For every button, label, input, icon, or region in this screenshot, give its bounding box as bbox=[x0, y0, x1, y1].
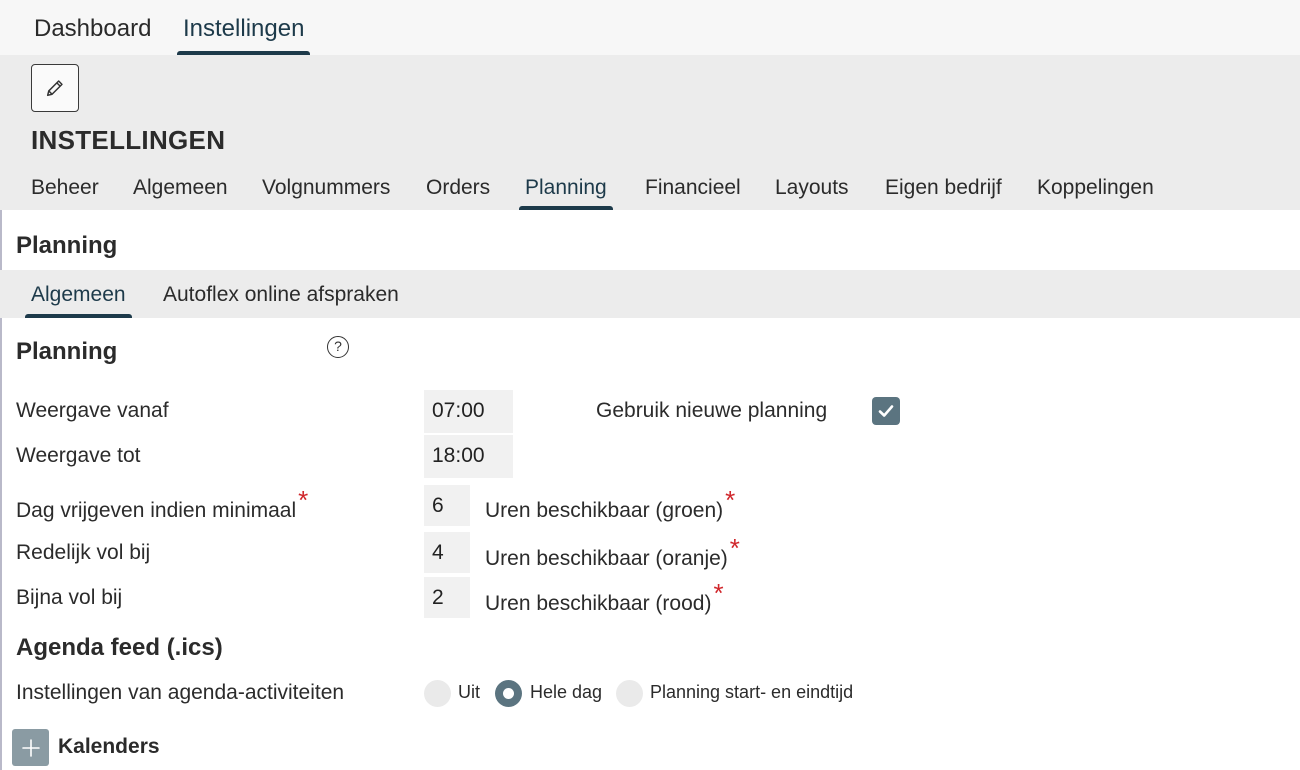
dag-vrijgeven-label: Dag vrijgeven indien minimaal* bbox=[16, 485, 308, 524]
radio-uit[interactable] bbox=[424, 680, 451, 707]
bijna-vol-suffix: Uren beschikbaar (rood)* bbox=[485, 578, 724, 617]
tab-layouts[interactable]: Layouts bbox=[775, 173, 849, 210]
active-tab-indicator bbox=[25, 314, 132, 318]
tab-dashboard-label: Dashboard bbox=[34, 15, 152, 42]
tab-eigen-bedrijf[interactable]: Eigen bedrijf bbox=[885, 173, 1002, 210]
radio-planning-start-eindtijd-label: Planning start- en eindtijd bbox=[650, 682, 854, 702]
inner-tab-autoflex-label: Autoflex online afspraken bbox=[163, 283, 399, 306]
dag-vrijgeven-suffix: Uren beschikbaar (groen)* bbox=[485, 485, 735, 524]
dag-vrijgeven-suffix-text: Uren beschikbaar (groen) bbox=[485, 499, 724, 522]
planning-heading: Planning bbox=[16, 338, 118, 365]
inner-tab-algemeen[interactable]: Algemeen bbox=[25, 270, 132, 318]
page-title: INSTELLINGEN bbox=[31, 125, 226, 155]
tab-planning-label: Planning bbox=[525, 176, 607, 199]
weergave-vanaf-label: Weergave vanaf bbox=[16, 399, 169, 422]
agenda-activiteiten-label: Instellingen van agenda-activiteiten bbox=[16, 681, 345, 704]
tab-layouts-label: Layouts bbox=[775, 176, 849, 199]
pencil-icon bbox=[46, 80, 63, 97]
tab-orders-label: Orders bbox=[426, 176, 491, 199]
tab-financieel[interactable]: Financieel bbox=[645, 173, 741, 210]
weergave-vanaf-input[interactable]: 07:00 bbox=[424, 390, 513, 433]
tab-beheer-label: Beheer bbox=[31, 176, 99, 199]
redelijk-vol-label: Redelijk vol bij bbox=[16, 541, 151, 564]
weergave-tot-input[interactable]: 18:00 bbox=[424, 435, 513, 478]
settings-header: INSTELLINGEN Beheer Algemeen Volgnummers… bbox=[0, 55, 1300, 210]
inner-tab-algemeen-label: Algemeen bbox=[31, 283, 126, 306]
checkmark-icon bbox=[878, 405, 894, 417]
tab-koppelingen-label: Koppelingen bbox=[1037, 176, 1154, 199]
nieuwe-planning-label: Gebruik nieuwe planning bbox=[596, 399, 828, 422]
tab-volgnummers[interactable]: Volgnummers bbox=[262, 173, 390, 210]
tab-financieel-label: Financieel bbox=[645, 176, 741, 199]
bijna-vol-suffix-text: Uren beschikbaar (rood) bbox=[485, 592, 712, 615]
inner-tab-bar: Algemeen Autoflex online afspraken bbox=[0, 270, 1300, 318]
weergave-tot-label: Weergave tot bbox=[16, 444, 141, 467]
redelijk-vol-suffix-text: Uren beschikbaar (oranje) bbox=[485, 547, 728, 570]
dag-vrijgeven-text: Dag vrijgeven indien minimaal bbox=[16, 499, 297, 522]
bijna-vol-input[interactable]: 2 bbox=[424, 577, 470, 618]
tab-koppelingen[interactable]: Koppelingen bbox=[1037, 173, 1154, 210]
radio-hele-dag-label: Hele dag bbox=[530, 682, 603, 702]
bijna-vol-label: Bijna vol bij bbox=[16, 586, 123, 609]
kalenders-label: Kalenders bbox=[58, 735, 160, 758]
tab-planning[interactable]: Planning bbox=[519, 173, 613, 210]
required-mark: * bbox=[713, 578, 724, 608]
tab-instellingen-label: Instellingen bbox=[183, 15, 305, 42]
active-tab-indicator bbox=[519, 206, 613, 210]
inner-tab-autoflex-online-afspraken[interactable]: Autoflex online afspraken bbox=[163, 270, 399, 318]
radio-hele-dag[interactable] bbox=[495, 680, 522, 707]
tab-algemeen-label: Algemeen bbox=[133, 176, 228, 199]
tab-volgnummers-label: Volgnummers bbox=[262, 176, 391, 199]
tab-dashboard[interactable]: Dashboard bbox=[34, 0, 151, 55]
section-title: Planning bbox=[16, 232, 118, 259]
tab-beheer[interactable]: Beheer bbox=[31, 173, 99, 210]
nieuwe-planning-checkbox[interactable] bbox=[872, 397, 900, 425]
plus-icon bbox=[21, 738, 40, 757]
required-mark: * bbox=[298, 485, 309, 515]
help-icon[interactable]: ? bbox=[327, 336, 349, 358]
radio-planning-start-eindtijd[interactable] bbox=[616, 680, 643, 707]
dag-vrijgeven-input[interactable]: 6 bbox=[424, 485, 470, 526]
redelijk-vol-suffix: Uren beschikbaar (oranje)* bbox=[485, 533, 740, 572]
tab-orders[interactable]: Orders bbox=[426, 173, 490, 210]
tab-eigen-bedrijf-label: Eigen bedrijf bbox=[885, 176, 1002, 199]
agenda-feed-heading: Agenda feed (.ics) bbox=[16, 634, 223, 661]
add-kalender-button[interactable] bbox=[12, 729, 49, 766]
tab-instellingen[interactable]: Instellingen bbox=[177, 0, 311, 55]
radio-uit-label: Uit bbox=[458, 682, 480, 702]
redelijk-vol-input[interactable]: 4 bbox=[424, 532, 470, 573]
tab-algemeen[interactable]: Algemeen bbox=[133, 173, 228, 210]
required-mark: * bbox=[729, 533, 740, 563]
edit-button[interactable] bbox=[31, 64, 79, 112]
required-mark: * bbox=[725, 485, 736, 515]
top-tab-bar: Dashboard Instellingen bbox=[0, 0, 1300, 55]
